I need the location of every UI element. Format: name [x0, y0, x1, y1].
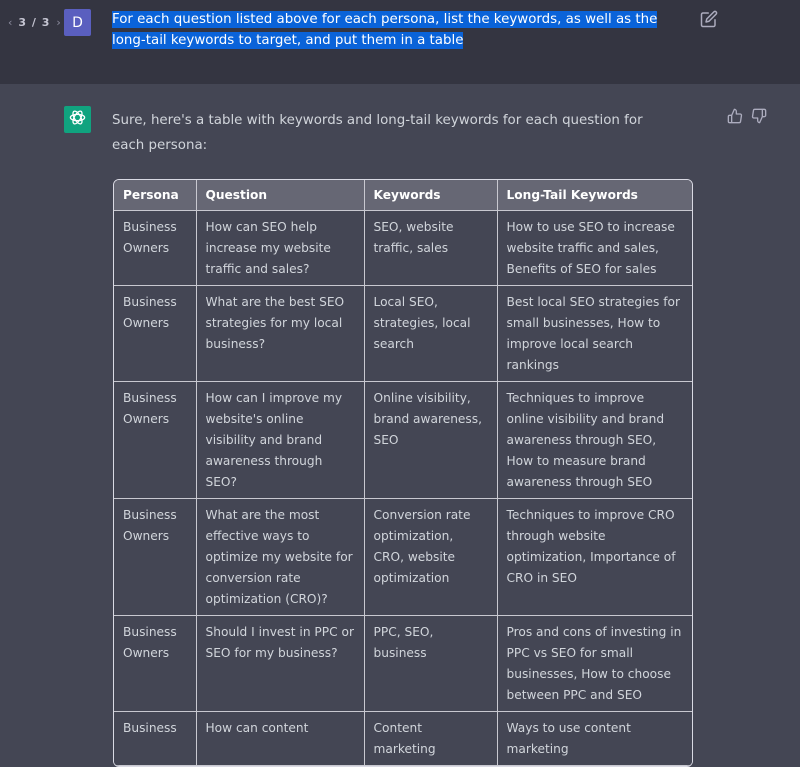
cell-question: How can content	[195, 711, 365, 766]
cell-long-tail: Pros and cons of investing in PPC vs SEO…	[496, 615, 692, 712]
user-message-text: For each question listed above for each …	[112, 11, 658, 49]
cell-keywords: Conversion rate optimization, CRO, websi…	[363, 498, 498, 616]
cell-persona: Business Owners	[114, 285, 197, 382]
cell-question: How can SEO help increase my website tra…	[195, 210, 365, 286]
cell-persona: Business Owners	[114, 381, 197, 499]
cell-question: What are the best SEO strategies for my …	[195, 285, 365, 382]
cell-long-tail: Best local SEO strategies for small busi…	[496, 285, 692, 382]
header-keywords: Keywords	[363, 180, 498, 211]
pager-count: 3 / 3	[18, 15, 51, 29]
table-row: Business Owners What are the best SEO st…	[114, 285, 692, 382]
edit-icon[interactable]	[700, 10, 718, 28]
table-row: Business How can content Content marketi…	[114, 711, 692, 766]
assistant-avatar	[64, 106, 91, 133]
chevron-right-icon[interactable]: ›	[56, 16, 60, 29]
cell-keywords: Local SEO, strategies, local search	[363, 285, 498, 382]
cell-persona: Business Owners	[114, 498, 197, 616]
cell-keywords: Online visibility, brand awareness, SEO	[363, 381, 498, 499]
cell-persona: Business Owners	[114, 210, 197, 286]
cell-question: How can I improve my website's online vi…	[195, 381, 365, 499]
cell-keywords: SEO, website traffic, sales	[363, 210, 498, 286]
cell-long-tail: Techniques to improve online visibility …	[496, 381, 692, 499]
chevron-left-icon[interactable]: ‹	[8, 16, 12, 29]
header-question: Question	[195, 180, 365, 211]
openai-logo-icon	[68, 108, 87, 131]
thumbs-up-icon[interactable]	[727, 108, 743, 124]
user-message: For each question listed above for each …	[112, 9, 692, 51]
table-row: Business Owners How can I improve my web…	[114, 381, 692, 499]
cell-persona: Business	[114, 711, 197, 766]
cell-long-tail: Ways to use content marketing	[496, 711, 692, 766]
avatar-letter: D	[72, 14, 83, 31]
assistant-message-turn: Sure, here's a table with keywords and l…	[0, 84, 800, 767]
cell-long-tail: How to use SEO to increase website traff…	[496, 210, 692, 286]
table-header-row: Persona Question Keywords Long-Tail Keyw…	[114, 180, 692, 211]
cell-keywords: Content marketing	[363, 711, 498, 766]
header-persona: Persona	[114, 180, 197, 211]
user-avatar: D	[64, 9, 91, 36]
table-row: Business Owners What are the most effect…	[114, 498, 692, 616]
keywords-table: Persona Question Keywords Long-Tail Keyw…	[113, 179, 693, 767]
assistant-intro-text: Sure, here's a table with keywords and l…	[112, 113, 643, 153]
cell-keywords: PPC, SEO, business	[363, 615, 498, 712]
cell-persona: Business Owners	[114, 615, 197, 712]
header-long-tail-keywords: Long-Tail Keywords	[496, 180, 692, 211]
cell-question: What are the most effective ways to opti…	[195, 498, 365, 616]
cell-question: Should I invest in PPC or SEO for my bus…	[195, 615, 365, 712]
response-pager: ‹ 3 / 3 ›	[8, 12, 61, 32]
thumbs-down-icon[interactable]	[751, 108, 767, 124]
table-row: Business Owners How can SEO help increas…	[114, 210, 692, 286]
user-message-turn: ‹ 3 / 3 › D For each question listed abo…	[0, 0, 800, 84]
table-row: Business Owners Should I invest in PPC o…	[114, 615, 692, 712]
cell-long-tail: Techniques to improve CRO through websit…	[496, 498, 692, 616]
